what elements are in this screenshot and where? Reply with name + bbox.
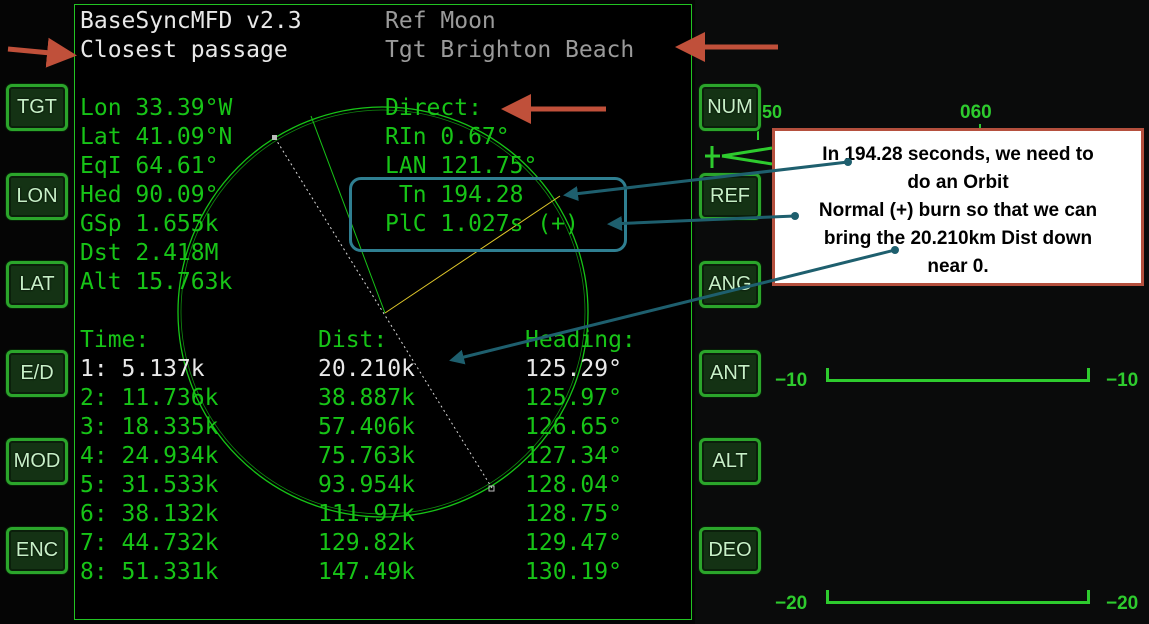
- teal-arrow-dot: [844, 158, 852, 166]
- teal-arrow-plc: [607, 214, 796, 231]
- teal-arrow-dist: [449, 248, 896, 365]
- teal-arrow-dot: [791, 212, 799, 220]
- red-arrow-mode: [7, 37, 77, 68]
- teal-arrow-tn: [563, 160, 849, 202]
- annotation-arrows: [7, 32, 899, 365]
- teal-arrow-dot: [891, 246, 899, 254]
